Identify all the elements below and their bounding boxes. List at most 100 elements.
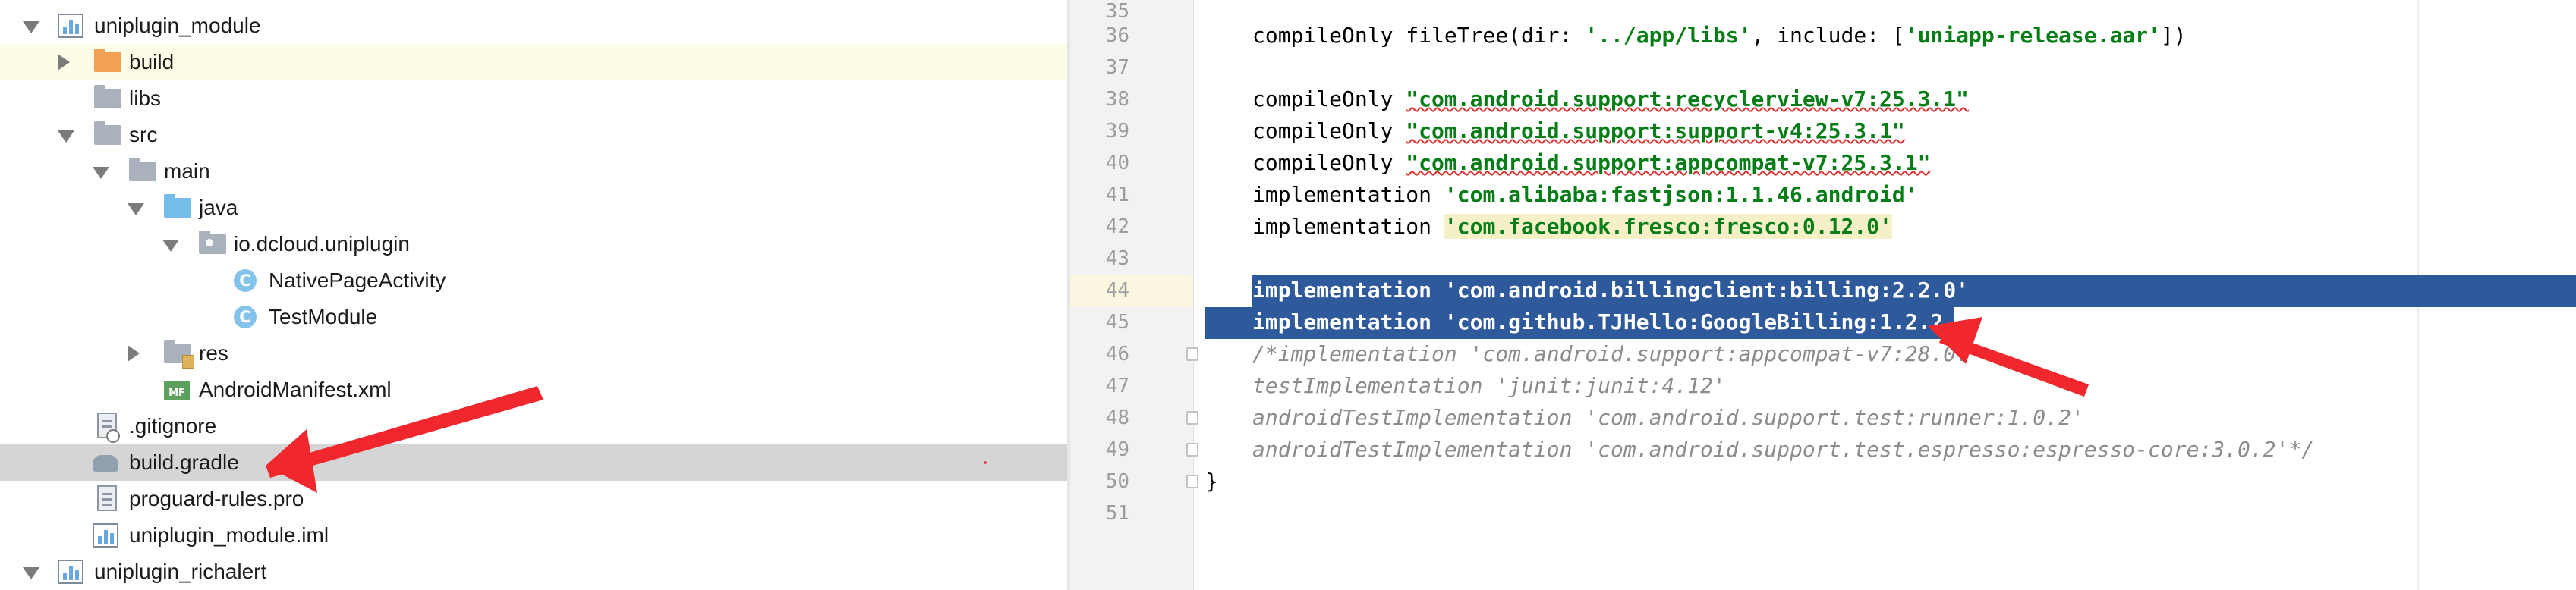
tree-item-label: uniplugin_module.iml bbox=[129, 523, 329, 547]
code-line-42[interactable]: implementation 'com.facebook.fresco:fres… bbox=[1252, 211, 1892, 243]
code-text: ]) bbox=[2160, 23, 2187, 48]
tree-item-label: NativePageActivity bbox=[269, 268, 446, 292]
line-number: 49 bbox=[1105, 438, 1129, 461]
tree-item-label: .gitignore bbox=[129, 414, 217, 438]
string-literal: "com.android.support:support-v4:25.3.1" bbox=[1406, 118, 1905, 143]
package-icon bbox=[199, 231, 226, 254]
line-number: 43 bbox=[1105, 247, 1129, 270]
folder-icon bbox=[94, 85, 121, 108]
code-text: , include: [ bbox=[1751, 23, 1905, 48]
fold-marker-icon[interactable] bbox=[1186, 347, 1198, 361]
class-icon: C bbox=[234, 306, 257, 328]
tree-item-label: proguard-rules.pro bbox=[129, 487, 304, 510]
fold-marker-icon[interactable] bbox=[1186, 411, 1198, 425]
tree-item-label: AndroidManifest.xml bbox=[199, 378, 392, 401]
tree-item-libs[interactable]: libs bbox=[0, 80, 1067, 117]
tree-item-label: TestModule bbox=[269, 305, 378, 328]
project-tree: uniplugin_module build libs src main jav… bbox=[0, 0, 1067, 590]
tree-item-label: res bbox=[199, 341, 228, 365]
line-number: 37 bbox=[1105, 56, 1129, 79]
expand-arrow-icon[interactable] bbox=[58, 130, 74, 143]
line-number: 47 bbox=[1105, 375, 1129, 397]
line-number: 40 bbox=[1105, 152, 1129, 174]
code-line-46[interactable]: /*implementation 'com.android.support:ap… bbox=[1252, 338, 1969, 370]
tree-item-iml[interactable]: uniplugin_module.iml bbox=[0, 517, 1067, 554]
line-number: 38 bbox=[1105, 88, 1129, 111]
line-number: 45 bbox=[1105, 311, 1129, 334]
line-number: 44 bbox=[1105, 279, 1129, 302]
line-number: 50 bbox=[1105, 470, 1129, 493]
code-line-38[interactable]: compileOnly "com.android.support:recycle… bbox=[1252, 83, 1969, 115]
expand-arrow-icon[interactable] bbox=[23, 567, 39, 579]
tree-item-label: java bbox=[199, 196, 238, 219]
tree-item-label: libs bbox=[129, 86, 162, 110]
expand-arrow-icon[interactable] bbox=[162, 240, 179, 252]
tree-item-build[interactable]: build bbox=[0, 44, 1067, 80]
collapse-arrow-icon[interactable] bbox=[128, 345, 140, 362]
code-line-36[interactable]: compileOnly fileTree(dir: '../app/libs',… bbox=[1252, 20, 2187, 52]
tree-item-proguard[interactable]: proguard-rules.pro bbox=[0, 481, 1067, 517]
tree-item-label: src bbox=[129, 123, 158, 146]
folder-icon bbox=[94, 121, 121, 145]
string-literal: 'com.alibaba:fastjson:1.1.46.android' bbox=[1444, 182, 1918, 207]
line-number: 41 bbox=[1105, 184, 1129, 206]
code-text: implementation bbox=[1252, 182, 1444, 207]
code-line-44[interactable]: implementation 'com.android.billingclien… bbox=[1252, 275, 1969, 306]
code-line-39[interactable]: compileOnly "com.android.support:support… bbox=[1252, 115, 1905, 147]
code-text: implementation bbox=[1252, 214, 1444, 239]
tree-item-androidmanifest[interactable]: MF AndroidManifest.xml bbox=[0, 372, 1067, 408]
code-line-40[interactable]: compileOnly "com.android.support:appcomp… bbox=[1252, 147, 1930, 179]
tree-item-uniplugin-richalert[interactable]: uniplugin_richalert bbox=[0, 554, 1067, 590]
string-literal: "com.android.support:recyclerview-v7:25.… bbox=[1406, 86, 1970, 111]
code-line-45[interactable]: implementation 'com.github.TJHello:Googl… bbox=[1252, 306, 1995, 338]
line-number: 48 bbox=[1105, 406, 1129, 429]
folder-icon bbox=[129, 158, 156, 181]
code-text: compileOnly fileTree(dir: bbox=[1252, 23, 1586, 48]
manifest-icon: MF bbox=[164, 381, 190, 400]
code-line-47[interactable]: testImplementation 'junit:junit:4.12' bbox=[1252, 370, 1726, 402]
fold-marker-icon[interactable] bbox=[1186, 443, 1198, 457]
string-literal: '../app/libs' bbox=[1585, 23, 1752, 48]
tree-item-label: io.dcloud.uniplugin bbox=[234, 232, 410, 256]
tree-item-src[interactable]: src bbox=[0, 117, 1067, 153]
folder-icon bbox=[94, 49, 121, 72]
tree-item-label: uniplugin_module bbox=[94, 14, 261, 37]
code-line-41[interactable]: implementation 'com.alibaba:fastjson:1.1… bbox=[1252, 179, 1918, 211]
collapse-arrow-icon[interactable] bbox=[58, 54, 70, 71]
module-icon bbox=[58, 560, 83, 584]
line-number: 46 bbox=[1105, 343, 1129, 366]
tree-item-label: build.gradle bbox=[129, 450, 239, 474]
folder-icon bbox=[164, 194, 191, 218]
module-icon bbox=[93, 523, 118, 548]
expand-arrow-icon[interactable] bbox=[23, 21, 39, 33]
expand-arrow-icon[interactable] bbox=[93, 167, 109, 179]
code-line-49[interactable]: androidTestImplementation 'com.android.s… bbox=[1252, 434, 2314, 466]
tree-item-nativepageactivity[interactable]: C NativePageActivity bbox=[0, 262, 1067, 299]
tree-item-label: build bbox=[129, 50, 175, 74]
string-literal: "com.android.support:appcompat-v7:25.3.1… bbox=[1406, 150, 1931, 175]
tree-item-uniplugin-module[interactable]: uniplugin_module bbox=[0, 8, 1067, 44]
tree-item-res[interactable]: res bbox=[0, 335, 1067, 372]
tree-item-main[interactable]: main bbox=[0, 153, 1067, 190]
code-line-48[interactable]: androidTestImplementation 'com.android.s… bbox=[1252, 402, 2084, 434]
marker-dot bbox=[984, 461, 987, 464]
string-literal: 'com.android.billingclient:billing:2.2.0… bbox=[1444, 278, 1970, 303]
code-text: compileOnly bbox=[1252, 118, 1406, 143]
tree-item-gitignore[interactable]: .gitignore bbox=[0, 408, 1067, 444]
tree-item-package[interactable]: io.dcloud.uniplugin bbox=[0, 226, 1067, 262]
line-number: 42 bbox=[1105, 215, 1129, 238]
file-icon bbox=[97, 485, 117, 511]
tree-item-java[interactable]: java bbox=[0, 190, 1067, 226]
tree-item-label: uniplugin_richalert bbox=[94, 560, 267, 583]
tree-item-testmodule[interactable]: C TestModule bbox=[0, 299, 1067, 335]
line-number: 51 bbox=[1105, 502, 1129, 525]
fold-marker-icon[interactable] bbox=[1186, 475, 1198, 488]
expand-arrow-icon[interactable] bbox=[128, 203, 144, 215]
code-line-50[interactable]: } bbox=[1205, 466, 1218, 497]
gradle-icon bbox=[93, 455, 118, 472]
code-text: compileOnly bbox=[1252, 86, 1406, 111]
class-icon: C bbox=[234, 269, 257, 292]
string-literal: 'com.github.TJHello:GoogleBilling:1.2.2.… bbox=[1444, 309, 1995, 334]
tree-item-build-gradle[interactable]: build.gradle bbox=[0, 444, 1067, 481]
string-literal: 'com.facebook.fresco:fresco:0.12.0' bbox=[1444, 214, 1892, 239]
